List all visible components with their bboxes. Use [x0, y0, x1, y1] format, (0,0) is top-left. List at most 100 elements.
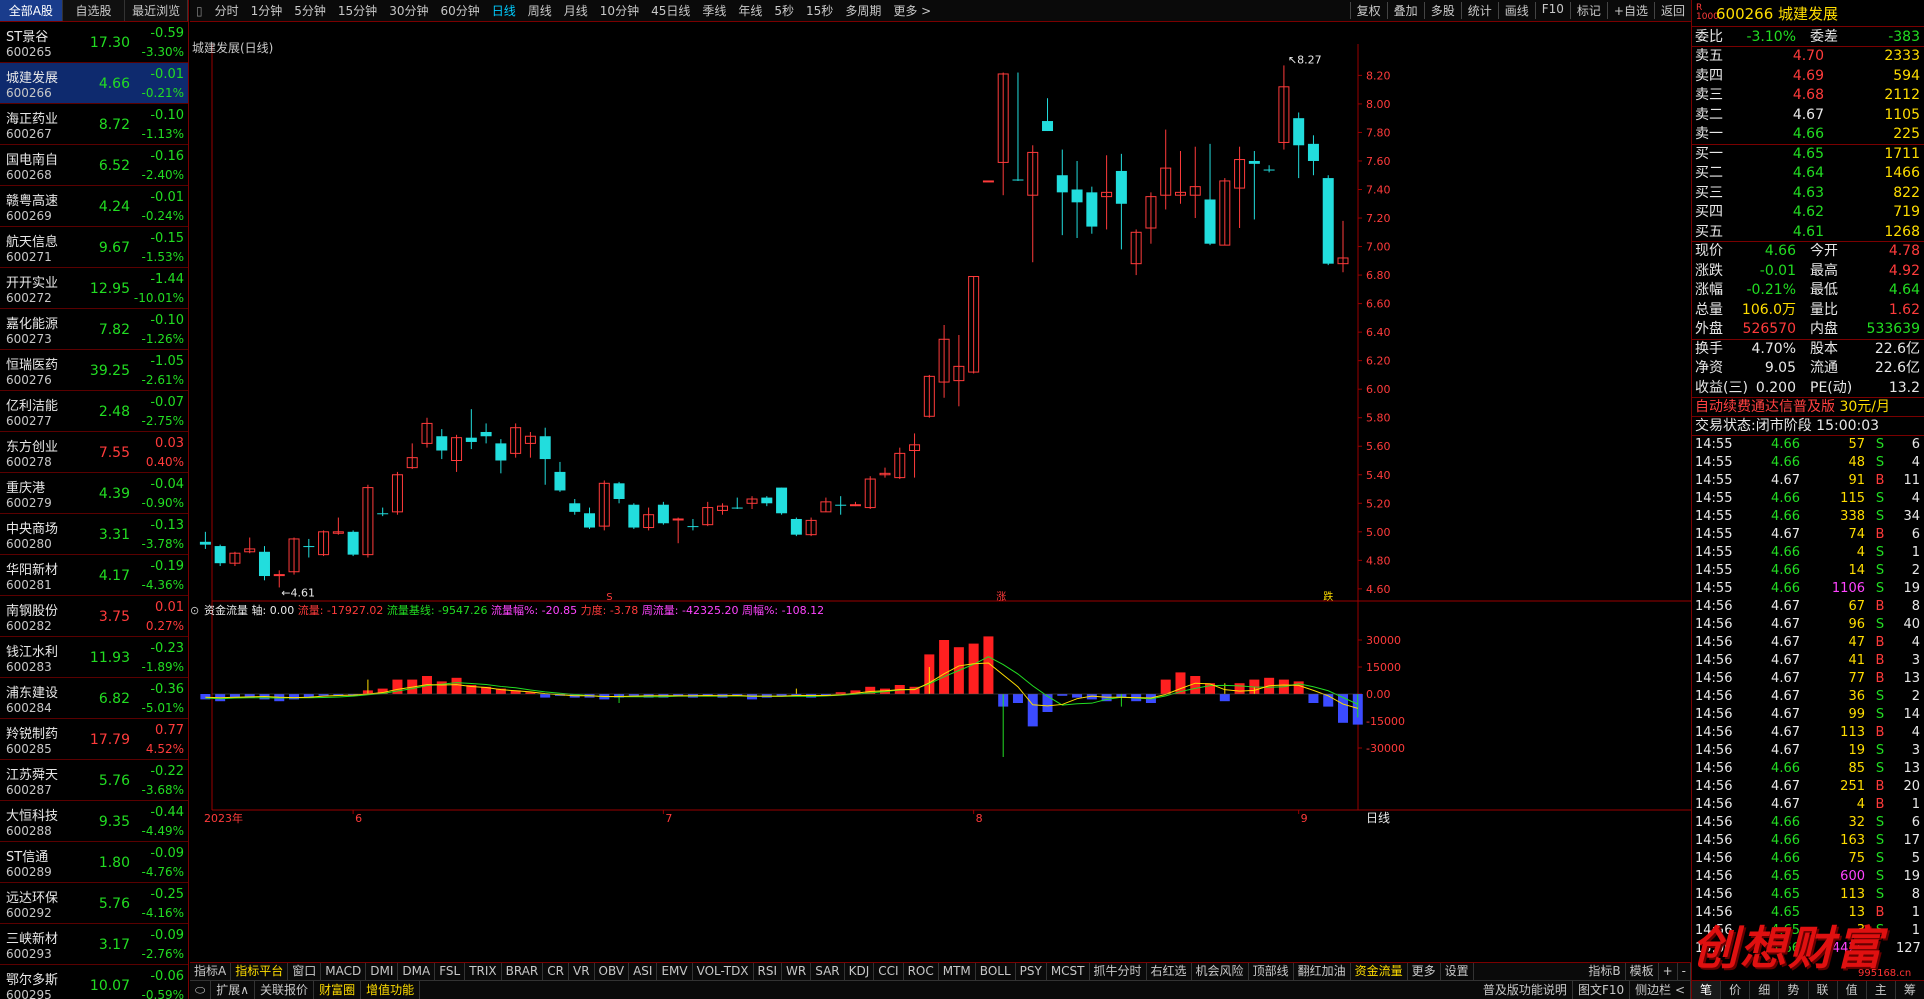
period-tab[interactable]: 日线 [486, 2, 522, 19]
indicator-tab[interactable]: 翻红加油 [1294, 963, 1351, 980]
indicator-tab[interactable]: 指标平台 [231, 963, 289, 980]
period-tab[interactable]: 年线 [732, 2, 768, 19]
indicator-tab[interactable]: TRIX [465, 963, 502, 980]
indicator-tab[interactable]: PSY [1016, 963, 1047, 980]
stock-row[interactable]: 海正药业 600267 8.72 -0.10 -1.13% [0, 104, 188, 145]
stock-row[interactable]: 航天信息 600271 9.67 -0.15 -1.53% [0, 227, 188, 268]
indicator-tab[interactable]: CR [543, 963, 569, 980]
stock-row[interactable]: 开开实业 600272 12.95 -1.44 -10.01% [0, 268, 188, 309]
stock-row[interactable]: ST信通 600289 1.80 -0.09 -4.76% [0, 842, 188, 883]
bottom-bar-item[interactable]: 增值功能 [361, 981, 421, 999]
bottom-bar-right-item[interactable]: 图文F10 [1573, 981, 1631, 999]
indicator-tab[interactable]: WR [782, 963, 812, 980]
quote-tab[interactable]: 笔 [1692, 981, 1722, 999]
indicator-tab[interactable]: DMA [398, 963, 436, 980]
tool-button[interactable]: 统计 [1460, 2, 1498, 19]
indicator-tab[interactable]: EMV [657, 963, 693, 980]
indicator-tab[interactable]: 设置 [1441, 963, 1474, 980]
toggle-icon[interactable]: ⬭ [190, 981, 212, 999]
orderbook-row[interactable]: 买四 4.62 719 [1692, 203, 1924, 223]
indicator-tab[interactable]: 指标A [190, 963, 232, 980]
indicator-tab[interactable]: MACD [321, 963, 367, 980]
quote-tab[interactable]: 势 [1779, 981, 1809, 999]
stock-row[interactable]: 鄂尔多斯 600295 10.07 -0.06 -0.59% [0, 965, 188, 999]
bottom-bar-item[interactable]: 关联报价 [255, 981, 315, 999]
indicator-tab-right[interactable]: + [1659, 963, 1678, 980]
toggle-panel-icon[interactable]: ▯ [190, 4, 209, 18]
period-tab[interactable]: 15分钟 [332, 2, 383, 19]
tick-list[interactable]: 14:55 4.66 57 S 6 14:55 4.66 48 S 4 14:55 4.67 91 B 11… [1692, 436, 1924, 971]
indicator-tab[interactable]: 机会风险 [1192, 963, 1249, 980]
quote-tab[interactable]: 价 [1721, 981, 1751, 999]
tab-recent[interactable]: 最近浏览 [125, 0, 188, 21]
period-tab[interactable]: 更多 > [887, 2, 937, 19]
quote-tab[interactable]: 筹 [1896, 981, 1924, 999]
orderbook-row[interactable]: 买五 4.61 1268 [1692, 223, 1924, 242]
orderbook-row[interactable]: 买二 4.64 1466 [1692, 164, 1924, 184]
stock-row[interactable]: 江苏舜天 600287 5.76 -0.22 -3.68% [0, 760, 188, 801]
stock-row[interactable]: 远达环保 600292 5.76 -0.25 -4.16% [0, 883, 188, 924]
period-tab[interactable]: 45日线 [645, 2, 696, 19]
indicator-tab-right[interactable]: 模板 [1626, 963, 1659, 980]
indicator-tab[interactable]: 资金流量 [1351, 963, 1408, 980]
indicator-tab[interactable]: CCI [874, 963, 904, 980]
stock-row[interactable]: 嘉化能源 600273 7.82 -0.10 -1.26% [0, 309, 188, 350]
stock-row[interactable]: 三峡新材 600293 3.17 -0.09 -2.76% [0, 924, 188, 965]
tab-watchlist[interactable]: 自选股 [63, 0, 126, 21]
stock-title[interactable]: 600266 城建发展 [1716, 3, 1838, 24]
stock-row[interactable]: 中央商场 600280 3.31 -0.13 -3.78% [0, 514, 188, 555]
period-tab[interactable]: 1分钟 [245, 2, 289, 19]
tool-button[interactable]: 叠加 [1386, 2, 1424, 19]
period-tab[interactable]: 15秒 [800, 2, 839, 19]
period-tab[interactable]: 10分钟 [594, 2, 645, 19]
indicator-tab[interactable]: 抓牛分时 [1090, 963, 1147, 980]
quote-tab[interactable]: 细 [1750, 981, 1780, 999]
indicator-tab[interactable]: RSI [754, 963, 783, 980]
indicator-tab[interactable]: DMI [366, 963, 399, 980]
orderbook-row[interactable]: 卖三 4.68 2112 [1692, 86, 1924, 106]
quote-tab[interactable]: 联 [1809, 981, 1838, 999]
indicator-tab[interactable]: KDJ [845, 963, 875, 980]
quote-tab[interactable]: 主 [1867, 981, 1896, 999]
indicator-tab[interactable]: MTM [939, 963, 976, 980]
indicator-tab[interactable]: 窗口 [288, 963, 322, 980]
orderbook-row[interactable]: 卖四 4.69 594 [1692, 67, 1924, 87]
quote-tab[interactable]: 值 [1838, 981, 1867, 999]
indicator-tab[interactable]: 更多 [1408, 963, 1441, 980]
indicator-tab[interactable]: BRAR [502, 963, 544, 980]
stock-row[interactable]: 赣粤高速 600269 4.24 -0.01 -0.24% [0, 186, 188, 227]
stock-row[interactable]: 大恒科技 600288 9.35 -0.44 -4.49% [0, 801, 188, 842]
orderbook-row[interactable]: 卖五 4.70 2333 [1692, 47, 1924, 67]
orderbook-row[interactable]: 买三 4.63 822 [1692, 184, 1924, 204]
tool-button[interactable]: +自选 [1606, 2, 1654, 19]
period-tab[interactable]: 5秒 [768, 2, 800, 19]
bottom-bar-right-item[interactable]: 普及版功能说明 [1478, 981, 1573, 999]
kline-chart[interactable]: 城建发展(日线) 8.20 8.00 7.80 7.60 7.40 7.20 7.00 6.80… [190, 22, 1691, 964]
stock-row[interactable]: 亿利洁能 600277 2.48 -0.07 -2.75% [0, 391, 188, 432]
indicator-tab[interactable]: BOLL [976, 963, 1016, 980]
indicator-tab[interactable]: FSL [435, 963, 466, 980]
tool-button[interactable]: 复权 [1349, 2, 1387, 19]
tool-button[interactable]: F10 [1534, 2, 1570, 19]
stock-row[interactable]: 钱江水利 600283 11.93 -0.23 -1.89% [0, 637, 188, 678]
stock-row[interactable]: 华阳新材 600281 4.17 -0.19 -4.36% [0, 555, 188, 596]
indicator-tab[interactable]: ASI [629, 963, 658, 980]
tab-all-a-shares[interactable]: 全部A股 [0, 0, 63, 21]
bottom-bar-item[interactable]: 财富圈 [314, 981, 362, 999]
stock-row[interactable]: ST景谷 600265 17.30 -0.59 -3.30% [0, 22, 188, 63]
indicator-tab[interactable]: 顶部线 [1249, 963, 1294, 980]
stock-row[interactable]: 羚锐制药 600285 17.79 0.77 4.52% [0, 719, 188, 760]
indicator-tab[interactable]: SAR [811, 963, 845, 980]
period-tab[interactable]: 分时 [209, 2, 245, 19]
indicator-tab-right[interactable]: - [1678, 963, 1691, 980]
tool-button[interactable]: 多股 [1423, 2, 1461, 19]
tool-button[interactable]: 标记 [1569, 2, 1607, 19]
tool-button[interactable]: 画线 [1497, 2, 1535, 19]
period-tab[interactable]: 5分钟 [288, 2, 332, 19]
stock-row[interactable]: 城建发展 600266 4.66 -0.01 -0.21% [0, 63, 188, 104]
stock-row[interactable]: 浦东建设 600284 6.82 -0.36 -5.01% [0, 678, 188, 719]
period-tab[interactable]: 多周期 [839, 2, 887, 19]
orderbook-row[interactable]: 买一 4.65 1711 [1692, 145, 1924, 165]
period-tab[interactable]: 周线 [522, 2, 558, 19]
kline-svg[interactable]: 城建发展(日线) 8.20 8.00 7.80 7.60 7.40 7.20 7.00 6.80… [190, 22, 1691, 964]
